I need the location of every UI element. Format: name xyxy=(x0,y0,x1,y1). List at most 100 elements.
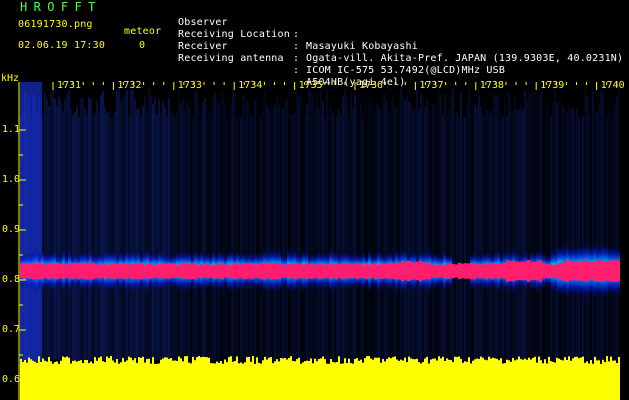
noise-streak xyxy=(340,113,342,361)
carrier-core xyxy=(167,262,170,280)
carrier-core xyxy=(602,261,605,281)
noise-streak xyxy=(380,108,382,361)
carrier-core xyxy=(269,262,272,280)
noise-streak xyxy=(88,97,90,361)
noise-streak xyxy=(338,109,340,360)
noise-streak xyxy=(456,112,458,360)
carrier-core xyxy=(431,264,434,278)
noise-streak xyxy=(194,91,196,360)
carrier-core xyxy=(458,262,461,280)
noise-streak xyxy=(74,112,76,360)
noise-streak xyxy=(320,89,322,360)
carrier-core xyxy=(398,262,401,280)
noise-streak xyxy=(528,90,530,360)
noise-streak xyxy=(92,116,94,360)
noise-streak xyxy=(448,108,450,361)
carrier-core xyxy=(401,261,404,281)
carrier-core xyxy=(614,260,617,282)
noise-streak xyxy=(172,113,174,360)
noise-streak xyxy=(552,101,554,360)
noise-streak xyxy=(546,101,548,361)
carrier-core xyxy=(455,264,458,278)
y-tick-label: 0.6 xyxy=(2,374,21,385)
carrier-core xyxy=(83,263,86,279)
noise-streak xyxy=(136,109,138,360)
carrier-core xyxy=(284,264,287,278)
noise-streak xyxy=(460,91,462,361)
x-tick-label: 1737 xyxy=(419,80,444,91)
y-tick-label: 0.7 xyxy=(2,324,21,335)
carrier-core xyxy=(95,264,98,278)
noise-streak xyxy=(374,111,376,360)
noise-streak xyxy=(462,116,464,361)
carrier-core xyxy=(461,263,464,279)
noise-streak xyxy=(342,95,344,360)
carrier-core xyxy=(617,260,620,282)
carrier-core xyxy=(557,263,560,279)
noise-streak xyxy=(564,110,566,360)
noise-streak xyxy=(508,92,510,360)
noise-streak xyxy=(318,106,320,360)
carrier-core xyxy=(383,263,386,279)
noise-streak xyxy=(300,93,302,361)
carrier-core xyxy=(335,262,338,280)
carrier-core xyxy=(227,264,230,278)
noise-streak xyxy=(208,108,210,361)
carrier-core xyxy=(125,263,128,279)
noise-streak xyxy=(466,103,468,360)
noise-streak xyxy=(196,91,198,360)
noise-streak xyxy=(266,105,268,360)
carrier-core xyxy=(473,262,476,280)
noise-streak xyxy=(290,114,292,360)
meta-row-receiver: Receiver : ICOM IC-575 53.7492(@LCD)MHz … xyxy=(178,29,505,76)
carrier-core xyxy=(254,264,257,278)
carrier-core xyxy=(605,261,608,281)
carrier-core xyxy=(608,260,611,282)
carrier-core xyxy=(296,263,299,279)
noise-streak xyxy=(112,117,114,361)
noise-streak xyxy=(270,104,272,360)
y-tick-label: 0.8 xyxy=(2,274,21,285)
noise-streak xyxy=(170,107,172,360)
carrier-core xyxy=(293,262,296,280)
carrier-core xyxy=(575,261,578,281)
carrier-core xyxy=(140,262,143,280)
carrier-core xyxy=(260,262,263,280)
carrier-core xyxy=(356,263,359,279)
carrier-core xyxy=(89,262,92,280)
noise-streak xyxy=(76,105,78,361)
carrier-core xyxy=(119,264,122,278)
noise-streak xyxy=(138,108,140,360)
noise-streak xyxy=(586,94,588,361)
noise-streak xyxy=(484,96,486,361)
noise-streak xyxy=(612,113,614,360)
noise-streak xyxy=(436,99,438,360)
noise-streak xyxy=(198,102,200,361)
noise-streak xyxy=(62,111,64,360)
carrier-core xyxy=(524,261,527,281)
noise-streak xyxy=(176,111,178,360)
y-tick-label: 1.1 xyxy=(2,124,21,135)
noise-streak xyxy=(494,95,496,361)
carrier-core xyxy=(599,260,602,282)
meta-row-antenna: Receiving antenna : A504HB(yagi 4el) xyxy=(178,41,405,88)
carrier-core xyxy=(377,264,380,278)
carrier-core xyxy=(203,264,206,278)
noise-streak xyxy=(454,116,456,361)
noise-streak xyxy=(214,91,216,360)
carrier-core xyxy=(56,262,59,280)
noise-streak xyxy=(336,116,338,360)
noise-streak xyxy=(226,117,228,361)
noise-streak xyxy=(284,102,286,361)
carrier-core xyxy=(533,261,536,281)
noise-streak xyxy=(322,101,324,360)
carrier-core xyxy=(305,263,308,279)
noise-streak xyxy=(408,101,410,361)
noise-streak xyxy=(250,114,252,361)
noise-streak xyxy=(492,91,494,361)
noise-streak xyxy=(326,89,328,360)
noise-streak xyxy=(562,106,564,361)
carrier-core xyxy=(374,262,377,280)
carrier-core xyxy=(560,262,563,280)
carrier-core xyxy=(170,263,173,279)
